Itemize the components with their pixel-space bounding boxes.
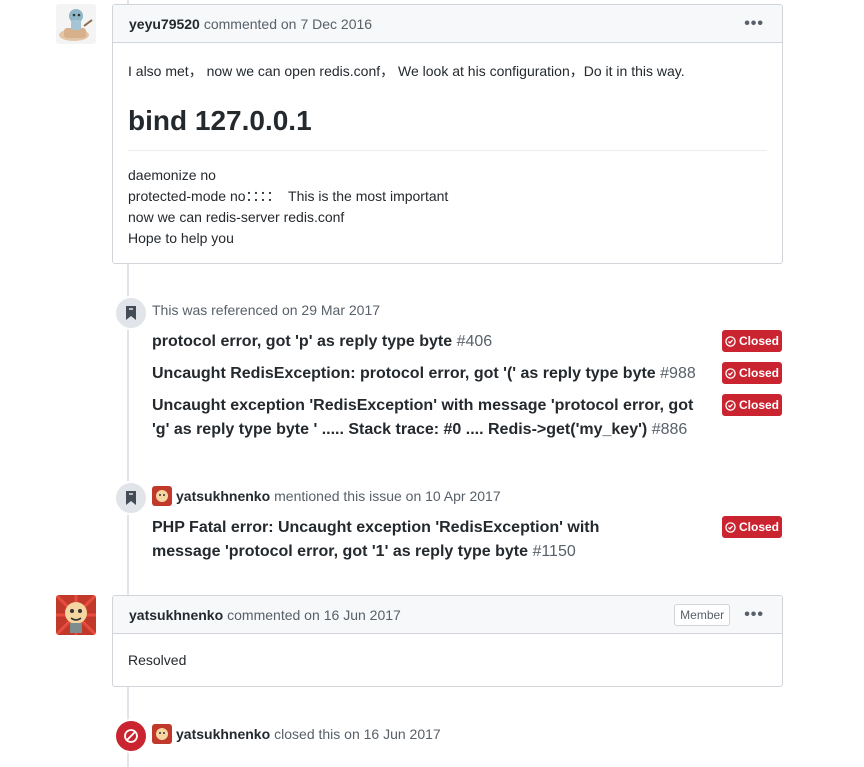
reference-event-text: This was referenced on 29 Mar 2017 xyxy=(152,302,380,318)
comment-action: commented on xyxy=(203,15,297,32)
avatar-yeyu79520[interactable] xyxy=(56,4,96,44)
reference-number[interactable]: #988 xyxy=(660,365,696,382)
status-label: Closed xyxy=(738,520,779,534)
mention-item[interactable]: PHP Fatal error: Uncaught exception 'Red… xyxy=(152,516,672,564)
comment-date[interactable]: 16 Jun 2017 xyxy=(324,607,401,623)
avatar-small[interactable] xyxy=(152,486,172,506)
circle-slash-icon xyxy=(114,719,148,753)
event-author[interactable]: yatsukhnenko xyxy=(176,488,270,504)
reference-item[interactable]: Uncaught RedisException: protocol error,… xyxy=(152,362,712,386)
issue-closed-icon xyxy=(725,367,736,379)
reference-title[interactable]: Uncaught RedisException: protocol error,… xyxy=(152,365,656,382)
issue-closed-icon xyxy=(725,335,736,347)
issue-closed-icon xyxy=(725,521,736,533)
event-text: mentioned this issue on 10 Apr 2017 xyxy=(274,488,501,504)
comment-author[interactable]: yatsukhnenko xyxy=(129,607,223,623)
comment-yatsukhnenko: yatsukhnenko commented on 16 Jun 2017 Me… xyxy=(112,595,783,687)
comment-menu-button[interactable]: ••• xyxy=(742,606,766,624)
bookmark-icon xyxy=(114,481,148,515)
comment-author[interactable]: yeyu79520 xyxy=(129,16,200,32)
comment-text: Resolved xyxy=(128,652,187,668)
closed-event-line: yatsukhnenko closed this on 16 Jun 2017 xyxy=(152,724,441,744)
comment-heading: bind 127.0.0.1 xyxy=(128,104,767,151)
reference-item[interactable]: Uncaught exception 'RedisException' with… xyxy=(152,394,712,442)
reference-number[interactable]: #886 xyxy=(652,421,688,438)
avatar-yatsukhnenko[interactable] xyxy=(56,595,96,635)
status-label: Closed xyxy=(738,398,779,412)
reference-title[interactable]: protocol error, got 'p' as reply type by… xyxy=(152,333,452,350)
bookmark-icon xyxy=(114,296,148,330)
comment-line: now we can redis-server redis.conf xyxy=(128,208,345,225)
reference-text: This was referenced on 29 Mar 2017 xyxy=(152,302,381,318)
member-badge: Member xyxy=(674,603,731,626)
mention-event-line: yatsukhnenko mentioned this issue on 10 … xyxy=(152,486,501,506)
comment-line: protected-mode no：：：： This is the most i… xyxy=(128,187,449,204)
comment-yeyu79520: yeyu79520 commented on 7 Dec 2016 ••• I … xyxy=(112,4,783,264)
reference-item[interactable]: protocol error, got 'p' as reply type by… xyxy=(152,330,712,354)
comment-header: yeyu79520 commented on 7 Dec 2016 ••• xyxy=(113,5,782,43)
event-author[interactable]: yatsukhnenko xyxy=(176,726,270,742)
comment-date[interactable]: 7 Dec 2016 xyxy=(300,16,372,32)
closed-status-badge: Closed xyxy=(722,362,782,384)
comment-body: I also met， now we can open redis.conf， … xyxy=(113,43,782,263)
closed-status-badge: Closed xyxy=(722,330,782,352)
reference-title[interactable]: Uncaught exception 'RedisException' with… xyxy=(152,397,693,438)
comment-intro: I also met， now we can open redis.conf， … xyxy=(128,63,685,79)
status-label: Closed xyxy=(738,366,779,380)
status-label: Closed xyxy=(738,334,779,348)
closed-status-badge: Closed xyxy=(722,394,782,416)
comment-body: Resolved xyxy=(113,634,782,685)
comment-line: daemonize no xyxy=(128,166,216,183)
comment-action: commented on xyxy=(227,606,320,623)
event-text: closed this on 16 Jun 2017 xyxy=(274,726,441,742)
reference-number[interactable]: #1150 xyxy=(532,543,575,560)
avatar-small[interactable] xyxy=(152,724,172,744)
comment-header: yatsukhnenko commented on 16 Jun 2017 Me… xyxy=(113,596,782,634)
reference-number[interactable]: #406 xyxy=(457,333,493,350)
issue-closed-icon xyxy=(725,399,736,411)
closed-status-badge: Closed xyxy=(722,516,782,538)
comment-line: Hope to help you xyxy=(128,229,234,246)
comment-menu-button[interactable]: ••• xyxy=(742,15,766,33)
